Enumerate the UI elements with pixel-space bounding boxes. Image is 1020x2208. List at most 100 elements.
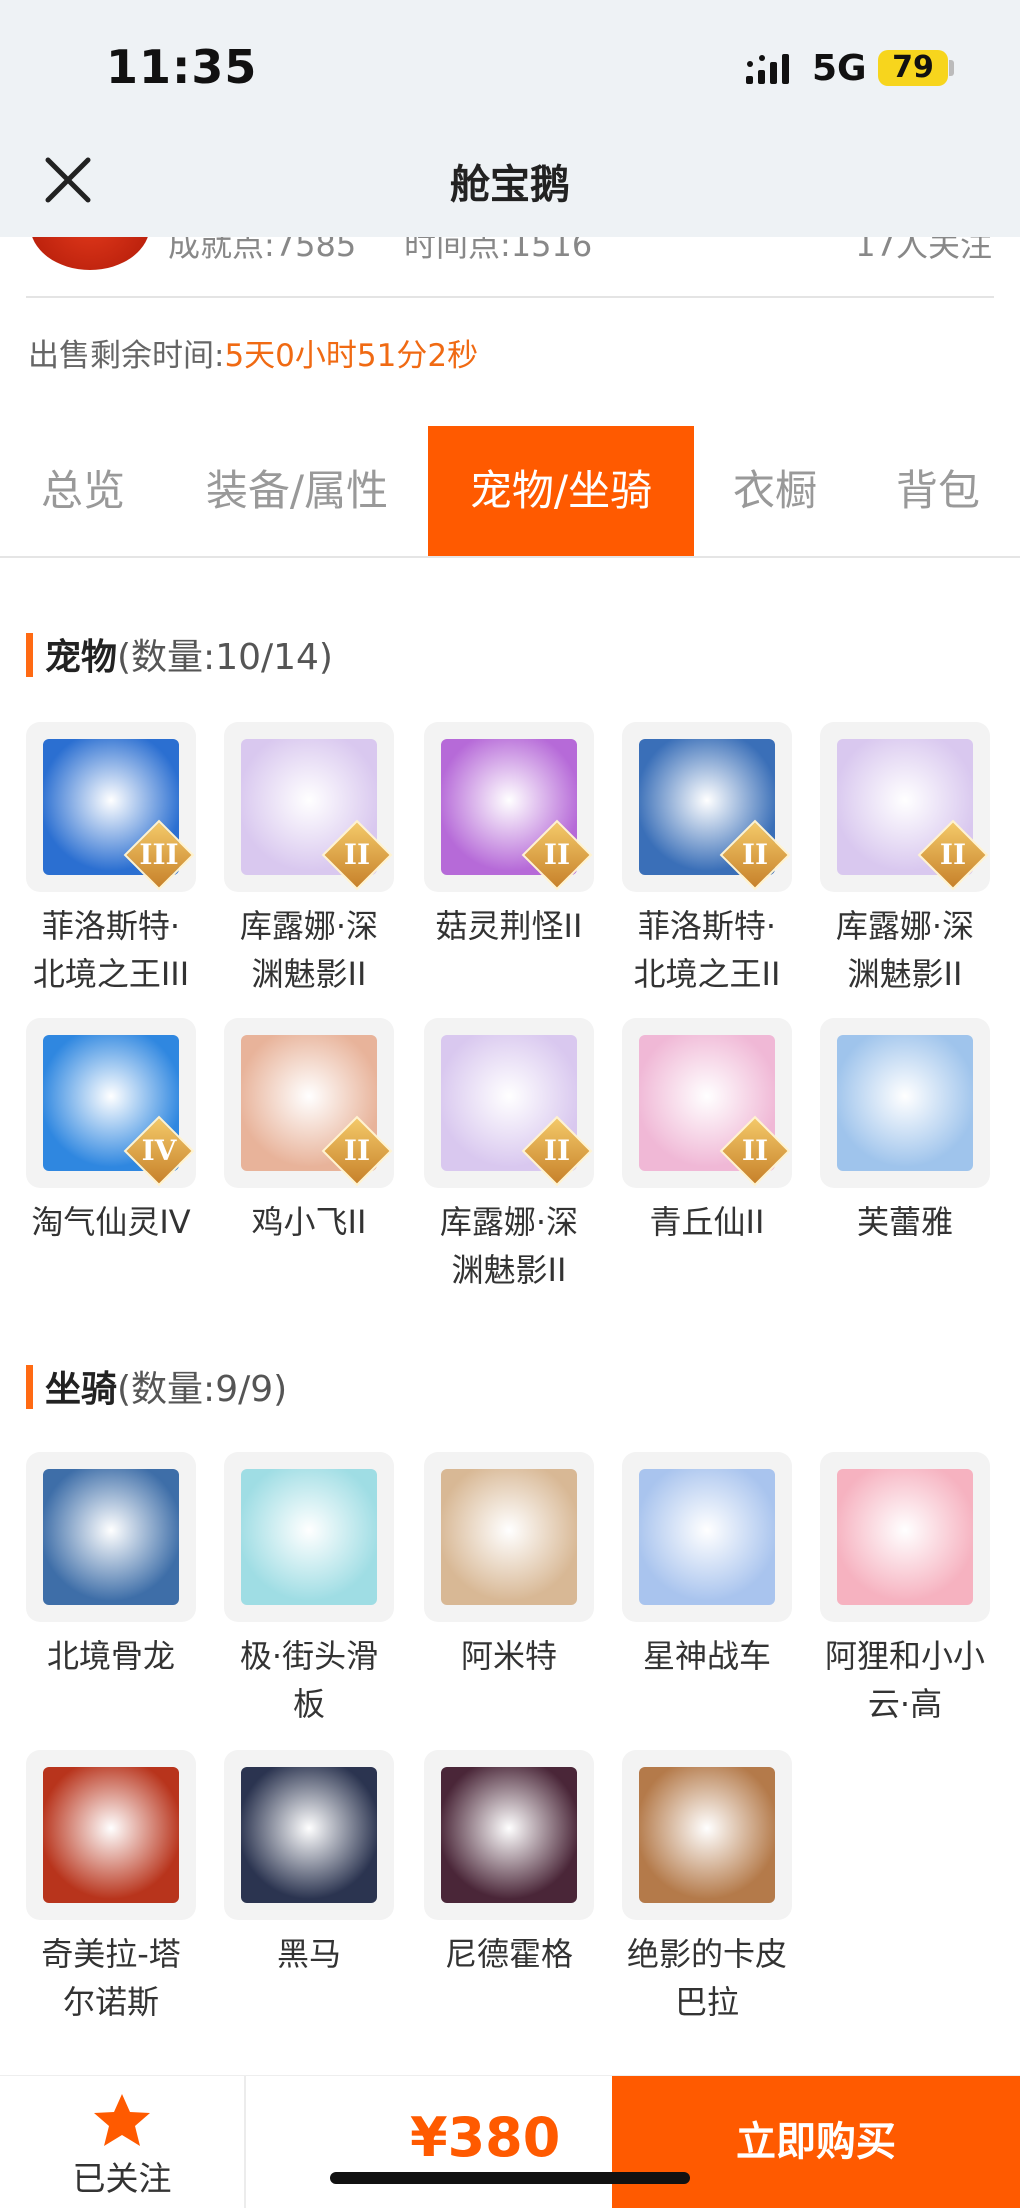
item-thumbnail (820, 1018, 990, 1188)
sale-remaining-value: 5天0小时51分2秒 (224, 338, 479, 374)
rank-badge-label: II (543, 838, 571, 871)
item-thumbnail (622, 1452, 792, 1622)
grid-item[interactable]: 北境骨龙 (26, 1452, 196, 1680)
grid-item[interactable]: 阿狸和小小云·高 (820, 1452, 990, 1728)
item-name-line: 菲洛斯特· (637, 907, 777, 945)
item-name-line: 板 (292, 1685, 325, 1723)
item-name-line: 黑马 (276, 1935, 341, 1973)
grid-item[interactable]: II 菇灵荆怪II (424, 722, 594, 950)
item-name-line: 云·高 (867, 1685, 943, 1723)
mounts-count: (数量:9/9) (117, 1369, 288, 1410)
item-thumbnail: II (424, 722, 594, 892)
follow-button[interactable]: 已关注 (0, 2076, 246, 2208)
item-thumbnail (424, 1750, 594, 1920)
status-time: 11:35 (106, 40, 258, 94)
section-accent-bar (26, 1365, 33, 1409)
item-artwork (441, 1469, 577, 1605)
rank-badge-label: II (741, 838, 769, 871)
item-thumbnail: II (622, 722, 792, 892)
item-name-line: 芙蕾雅 (856, 1203, 953, 1241)
buy-now-button[interactable]: 立即购买 (612, 2076, 1020, 2208)
grid-item[interactable]: II 库露娜·深 渊魅影II (820, 722, 990, 998)
grid-item[interactable]: II 鸡小飞II (224, 1018, 394, 1246)
item-thumbnail: II (622, 1018, 792, 1188)
signal-icon (746, 54, 789, 84)
grid-item[interactable]: 阿米特 (424, 1452, 594, 1680)
item-name: 菇灵荆怪II (414, 902, 604, 950)
item-name-line: 北境之王III (32, 955, 190, 993)
item-thumbnail (26, 1452, 196, 1622)
mounts-section-header: 坐骑(数量:9/9) (26, 1360, 287, 1412)
grid-item[interactable]: III 菲洛斯特· 北境之王III (26, 722, 196, 998)
item-name: 库露娜·深 渊魅影II (414, 1198, 604, 1294)
item-name-line: 青丘仙II (649, 1203, 765, 1241)
grid-item[interactable]: 尼德霍格 (424, 1750, 594, 1978)
item-artwork (639, 1469, 775, 1605)
item-artwork (837, 1035, 973, 1171)
item-artwork (241, 1767, 377, 1903)
item-thumbnail (26, 1750, 196, 1920)
item-name-line: 菲洛斯特· (41, 907, 181, 945)
tab-equipment[interactable]: 装备/属性 (166, 426, 428, 556)
item-thumbnail (424, 1452, 594, 1622)
star-icon (94, 2094, 150, 2146)
bottom-bar: 已关注 ¥380 立即购买 (0, 2075, 1020, 2208)
item-thumbnail: IV (26, 1018, 196, 1188)
item-name: 库露娜·深 渊魅影II (214, 902, 404, 998)
tab-pets-mounts[interactable]: 宠物/坐骑 (428, 426, 694, 556)
tab-overview[interactable]: 总览 (0, 426, 166, 556)
tab-wardrobe[interactable]: 衣橱 (694, 426, 856, 556)
grid-item[interactable]: IV 淘气仙灵IV (26, 1018, 196, 1246)
grid-item[interactable]: 绝影的卡皮 巴拉 (622, 1750, 792, 2026)
grid-item[interactable]: II 库露娜·深 渊魅影II (224, 722, 394, 998)
rank-badge-label: II (543, 1134, 571, 1167)
item-thumbnail (224, 1750, 394, 1920)
item-name: 星神战车 (612, 1632, 802, 1680)
grid-item[interactable]: 极·街头滑板 (224, 1452, 394, 1728)
item-name: 黑马 (214, 1930, 404, 1978)
item-thumbnail (820, 1452, 990, 1622)
item-name-line: 库露娜·深 (439, 1203, 579, 1241)
rank-badge-label: II (343, 1134, 371, 1167)
grid-item[interactable]: II 库露娜·深 渊魅影II (424, 1018, 594, 1294)
grid-item[interactable]: II 菲洛斯特· 北境之王II (622, 722, 792, 998)
grid-item[interactable]: 黑马 (224, 1750, 394, 1978)
item-name: 青丘仙II (612, 1198, 802, 1246)
item-artwork (639, 1767, 775, 1903)
item-name-line: 渊魅影II (847, 955, 963, 993)
item-artwork (43, 1767, 179, 1903)
home-indicator (330, 2172, 690, 2184)
rank-badge-label: II (343, 838, 371, 871)
item-thumbnail: III (26, 722, 196, 892)
grid-item[interactable]: 芙蕾雅 (820, 1018, 990, 1246)
divider (26, 296, 994, 298)
item-thumbnail (224, 1452, 394, 1622)
item-name-line: 阿狸和小小 (824, 1637, 985, 1675)
pets-count: (数量:10/14) (117, 637, 333, 678)
grid-item[interactable]: II 青丘仙II (622, 1018, 792, 1246)
item-name-line: 菇灵荆怪II (435, 907, 583, 945)
mounts-title: 坐骑 (45, 1369, 118, 1410)
sale-remaining-label: 出售剩余时间: (28, 338, 225, 374)
item-artwork (441, 1767, 577, 1903)
item-name-line: 极·街头滑 (239, 1637, 379, 1675)
item-name-line: 库露娜·深 (239, 907, 379, 945)
item-name-line: 阿米特 (460, 1637, 557, 1675)
tab-backpack[interactable]: 背包 (856, 426, 1020, 556)
item-thumbnail: II (224, 722, 394, 892)
item-name: 阿狸和小小云·高 (810, 1632, 1000, 1728)
pets-section-header: 宠物(数量:10/14) (26, 628, 333, 680)
item-name: 奇美拉-塔 尔诺斯 (16, 1930, 206, 2026)
item-name: 库露娜·深 渊魅影II (810, 902, 1000, 998)
item-name-line: 尼德霍格 (444, 1935, 573, 1973)
item-name: 芙蕾雅 (810, 1198, 1000, 1246)
rank-badge-label: II (939, 838, 967, 871)
item-name-line: 鸡小飞II (251, 1203, 367, 1241)
item-artwork (43, 1469, 179, 1605)
item-name-line: 尔诺斯 (62, 1983, 159, 2021)
item-name: 淘气仙灵IV (16, 1198, 206, 1246)
grid-item[interactable]: 奇美拉-塔 尔诺斯 (26, 1750, 196, 2026)
item-name: 尼德霍格 (414, 1930, 604, 1978)
item-name-line: 巴拉 (674, 1983, 739, 2021)
grid-item[interactable]: 星神战车 (622, 1452, 792, 1680)
